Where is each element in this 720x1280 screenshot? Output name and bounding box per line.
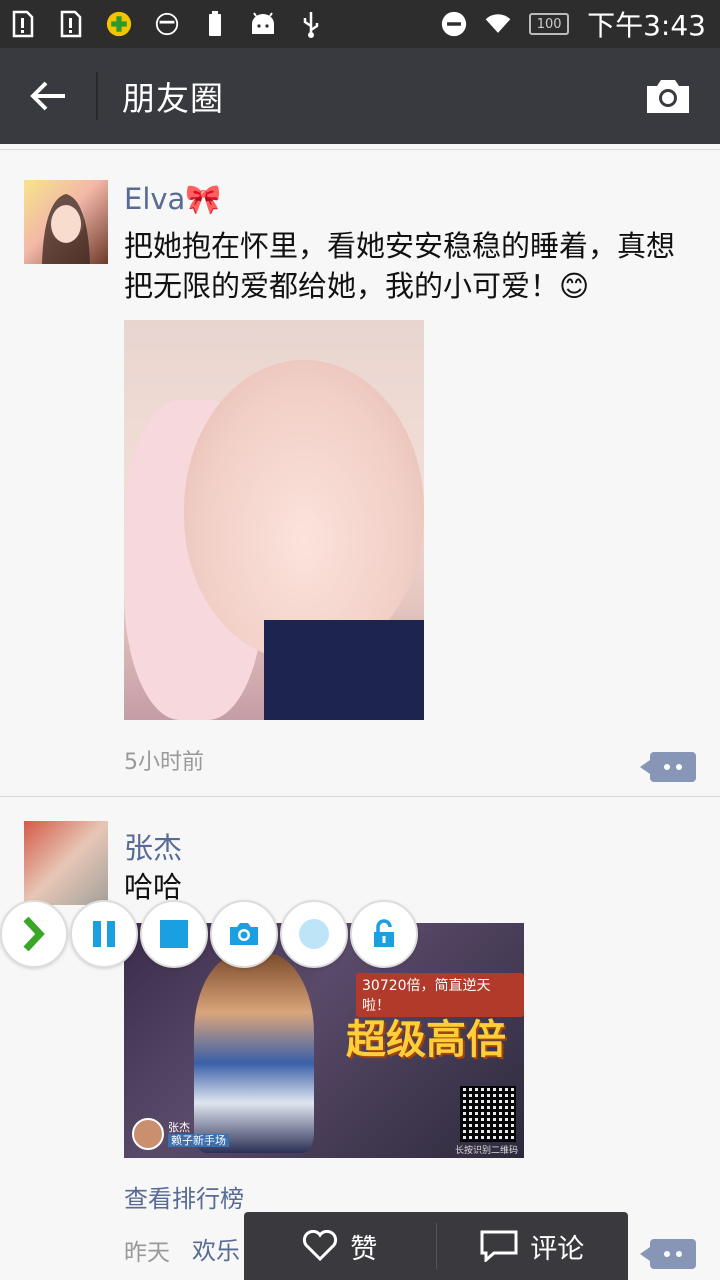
camera-icon (230, 923, 258, 945)
page-title: 朋友圈 (122, 79, 224, 118)
camera-icon (647, 80, 689, 113)
back-button[interactable] (0, 48, 96, 144)
app-bar: 朋友圈 (0, 48, 720, 144)
post-text: 把她抱在怀里，看她安安稳稳的睡着，真想把无限的爱都给她，我的小可爱！😊 (124, 229, 676, 303)
dot-icon (664, 1251, 670, 1257)
moments-feed[interactable]: Elva🎀 把她抱在怀里，看她安安稳稳的睡着，真想把无限的爱都给她，我的小可爱！… (0, 144, 720, 1280)
status-bar: 100 下午3:43 (0, 0, 720, 48)
comment-label: 评论 (530, 1233, 585, 1265)
battery-icon: 100 (529, 13, 570, 35)
shirt-shape (264, 620, 424, 720)
comment-menu-button[interactable] (640, 752, 696, 782)
post-time: 5小时前 (124, 750, 204, 775)
clock: 下午3:43 (587, 9, 706, 42)
record-icon (299, 919, 329, 949)
ranking-link[interactable]: 查看排行榜 (124, 1179, 244, 1214)
dot-icon (676, 1251, 682, 1257)
baby-face-shape (184, 360, 424, 660)
screenshot-button[interactable] (210, 900, 278, 968)
expand-button[interactable] (0, 900, 68, 968)
battery-level: 100 (536, 16, 562, 32)
dot-icon (664, 764, 670, 770)
qr-caption: 长按识别二维码 (454, 1146, 518, 1156)
like-label: 赞 (350, 1233, 378, 1265)
qr-code (460, 1086, 516, 1142)
comment-icon (480, 1230, 518, 1262)
sim1-icon (10, 10, 36, 38)
post-time: 昨天 (124, 1240, 170, 1266)
post-source[interactable]: 欢乐 (192, 1231, 240, 1266)
post-author[interactable]: 张杰 (124, 825, 182, 867)
game-headline: 超级高倍 (346, 1017, 506, 1063)
post-photo[interactable] (124, 320, 424, 720)
comment-menu-button[interactable] (640, 1239, 696, 1269)
avatar[interactable] (24, 180, 108, 264)
stop-button[interactable] (140, 900, 208, 968)
post-zhangjie: 张杰 哈哈 30720倍，简直逆天啦！ 超级高倍 张杰 赖子新手场 长按识别二维… (0, 797, 720, 1280)
post-author[interactable]: Elva🎀 (124, 182, 221, 217)
action-popup: 赞 评论 (244, 1212, 628, 1280)
floating-toolbar (0, 900, 418, 968)
android-debug-icon (250, 11, 276, 37)
comment-button[interactable]: 评论 (437, 1212, 629, 1280)
usb-icon (298, 11, 324, 38)
arrow-left-icon (30, 81, 65, 111)
do-not-disturb-icon (441, 11, 467, 37)
dot-icon (676, 764, 682, 770)
unlock-icon (374, 919, 394, 947)
pause-button[interactable] (70, 900, 138, 968)
battery-small-icon (202, 11, 228, 37)
badge-name: 张杰 (168, 1121, 190, 1134)
appbar-divider (96, 72, 98, 120)
avatar[interactable] (24, 821, 108, 905)
mask-icon (154, 11, 180, 37)
stop-icon (160, 920, 188, 948)
wifi-icon (485, 11, 511, 37)
security-app-icon (106, 11, 132, 37)
sim2-icon (58, 10, 84, 38)
camera-button[interactable] (644, 72, 692, 120)
pause-icon (93, 921, 115, 947)
post-elva: Elva🎀 把她抱在怀里，看她安安稳稳的睡着，真想把无限的爱都给她，我的小可爱！… (0, 150, 720, 796)
chevron-right-icon (23, 917, 45, 951)
unlock-button[interactable] (350, 900, 418, 968)
player-badge: 张杰 赖子新手场 (132, 1118, 229, 1150)
like-button[interactable]: 赞 (244, 1212, 436, 1280)
badge-avatar (132, 1118, 164, 1150)
record-button[interactable] (280, 900, 348, 968)
heart-icon (303, 1230, 338, 1262)
badge-sub: 赖子新手场 (168, 1134, 229, 1147)
